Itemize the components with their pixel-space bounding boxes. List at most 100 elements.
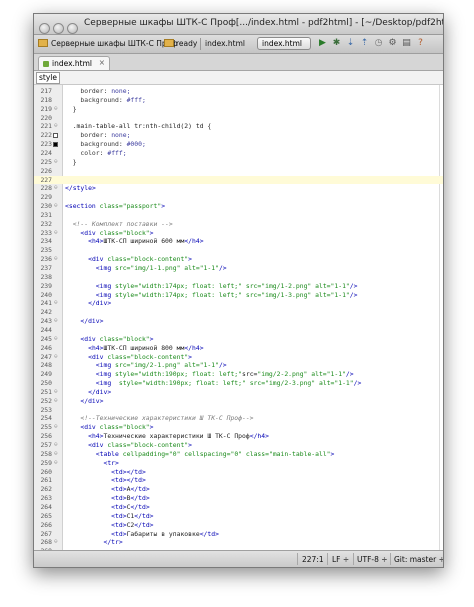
fold-marker-icon[interactable]: ⊖ (54, 335, 58, 344)
code-line[interactable]: 243 ⊖ </div> (34, 317, 443, 326)
code-line[interactable]: 235 (34, 246, 443, 255)
fold-marker-icon[interactable]: ⊖ (54, 459, 58, 468)
caret-position[interactable]: 227:1 (302, 555, 324, 564)
fold-marker-icon[interactable]: ⊖ (54, 441, 58, 450)
code-line[interactable]: 218 background: #fff; (34, 96, 443, 105)
code-line[interactable]: 251 ⊖ </div> (34, 388, 443, 397)
code-line[interactable]: 255 ⊖ <div class="block"> (34, 423, 443, 432)
color-swatch-icon[interactable] (53, 133, 58, 139)
settings-icon[interactable]: ⚙ (387, 38, 398, 49)
code-line[interactable]: 245 ⊖ <div class="block"> (34, 335, 443, 344)
nav-crumb-file[interactable]: index.html (205, 39, 245, 48)
fold-marker-icon[interactable]: ⊖ (54, 299, 58, 308)
vcs-history-icon[interactable]: ◷ (373, 38, 384, 49)
code-line[interactable]: 219 ⊖ } (34, 105, 443, 114)
code-line[interactable]: 266 <td>C2</td> (34, 521, 443, 530)
code-line[interactable]: 231 (34, 211, 443, 220)
code-line[interactable]: 267 <td>Габариты в упаковке</td> (34, 530, 443, 539)
fold-marker-icon[interactable]: ⊖ (54, 229, 58, 238)
fold-marker-icon[interactable]: ⊖ (54, 158, 58, 167)
tab-index-html[interactable]: index.html × (38, 56, 110, 70)
code-line[interactable]: 249 <img style="width:190px; float: left… (34, 370, 443, 379)
code-line[interactable]: 248 <img src="img/2-1.png" alt="1-1"/> (34, 361, 443, 370)
code-line[interactable]: 256 <h4>Технические характеристики Ш ТК-… (34, 432, 443, 441)
code-line[interactable]: 253 (34, 406, 443, 415)
play-icon[interactable]: ▶ (317, 38, 328, 49)
minimize-window-button[interactable] (53, 23, 64, 34)
code-line[interactable]: 220 (34, 114, 443, 123)
fold-marker-icon[interactable]: ⊖ (54, 450, 58, 459)
zoom-window-button[interactable] (67, 23, 78, 34)
color-swatch-icon[interactable] (53, 142, 58, 148)
code-line[interactable]: 239 <img style="width:174px; float: left… (34, 282, 443, 291)
run-config-select[interactable]: index.html (257, 37, 311, 50)
code-line[interactable]: 254 <!--Технические характеристики Ш ТК-… (34, 414, 443, 423)
code-line[interactable]: 228 ⊖ </style> (34, 184, 443, 193)
code-line[interactable]: 259 ⊖ <tr> (34, 459, 443, 468)
code-line[interactable]: 229 (34, 193, 443, 202)
code-line[interactable]: 234 <h4>ШТК-СП шириной 600 мм</h4> (34, 237, 443, 246)
breadcrumb-item-style[interactable]: style (36, 72, 60, 84)
code-line[interactable]: 222 border: none; (34, 131, 443, 140)
code-line[interactable]: 226 (34, 167, 443, 176)
close-window-button[interactable] (39, 23, 50, 34)
code-line[interactable]: 268 ⊖ </tr> (34, 538, 443, 547)
line-number: 221 (40, 122, 52, 131)
fold-marker-icon[interactable]: ⊖ (54, 423, 58, 432)
fold-marker-icon[interactable]: ⊖ (54, 397, 58, 406)
code-line[interactable]: 233 ⊖ <div class="block"> (34, 229, 443, 238)
bug-icon[interactable]: ✱ (331, 38, 342, 49)
code-line[interactable]: 237 <img src="img/1-1.png" alt="1-1"/> (34, 264, 443, 273)
code-line[interactable]: 264 <td>C</td> (34, 503, 443, 512)
code-line[interactable]: 217 border: none; (34, 87, 443, 96)
code-line[interactable]: 230 ⊖ <section class="passport"> (34, 202, 443, 211)
fold-marker-icon[interactable]: ⊖ (54, 122, 58, 131)
code-line[interactable]: 247 ⊖ <div class="block-content"> (34, 353, 443, 362)
fold-marker-icon[interactable]: ⊖ (54, 317, 58, 326)
vcs-update-icon[interactable]: ⇣ (345, 38, 356, 49)
code-line[interactable]: 241 ⊖ </div> (34, 299, 443, 308)
code-editor[interactable]: 217 border: none; 218 background: #fff; 21… (34, 85, 443, 550)
close-tab-icon[interactable]: × (99, 58, 105, 67)
code-line[interactable]: 261 <td></td> (34, 476, 443, 485)
help-icon[interactable]: ? (415, 38, 426, 49)
line-number: 266 (40, 520, 52, 529)
code-line[interactable]: 252 ⊖ </div> (34, 397, 443, 406)
code-line[interactable]: 265 <td>C1</td> (34, 512, 443, 521)
line-separator[interactable]: LF ÷ (332, 555, 349, 564)
code-line[interactable]: 244 (34, 326, 443, 335)
code-line[interactable]: 246 <h4>ШТК-СП шириной 800 мм</h4> (34, 344, 443, 353)
code-line[interactable]: 232 <!-- Комплект поставки --> (34, 220, 443, 229)
code-line[interactable]: 224 color: #fff; (34, 149, 443, 158)
fold-marker-icon[interactable]: ⊖ (54, 202, 58, 211)
code-line[interactable]: 260 <td></td> (34, 468, 443, 477)
line-number: 238 (40, 272, 52, 281)
code-line[interactable]: 262 <td>A</td> (34, 485, 443, 494)
code-line[interactable]: 263 <td>B</td> (34, 494, 443, 503)
vcs-branch[interactable]: Git: master ÷ (394, 555, 443, 564)
file-encoding[interactable]: UTF-8 ÷ (357, 555, 388, 564)
code-line[interactable]: 225 ⊖ } (34, 158, 443, 167)
code-line[interactable]: 240 <img style="width:174px; float: left… (34, 291, 443, 300)
fold-marker-icon[interactable]: ⊖ (54, 388, 58, 397)
fold-marker-icon[interactable]: ⊖ (54, 184, 58, 193)
fold-marker-icon[interactable]: ⊖ (54, 353, 58, 362)
vcs-commit-icon[interactable]: ⇡ (359, 38, 370, 49)
code-line[interactable]: 223 background: #000; (34, 140, 443, 149)
code-line[interactable]: 242 (34, 308, 443, 317)
line-number: 248 (40, 361, 52, 370)
fold-marker-icon[interactable]: ⊖ (54, 538, 58, 547)
editor-tabs: index.html × (34, 54, 443, 71)
fold-marker-icon[interactable]: ⊖ (54, 105, 58, 114)
fold-marker-icon[interactable]: ⊖ (54, 255, 58, 264)
code-line[interactable]: 221 ⊖ .main-table-all tr:nth-child(2) td … (34, 122, 443, 131)
code-line[interactable]: 250 <img style="width:190px; float: left… (34, 379, 443, 388)
code-line[interactable]: 258 ⊖ <table cellpadding="0" cellspacing=… (34, 450, 443, 459)
structure-icon[interactable]: ▤ (401, 38, 412, 49)
nav-crumb-ready[interactable]: ready (176, 39, 197, 48)
nav-crumb-project[interactable]: Серверные шкафы ШТК-С Проф (51, 39, 178, 48)
current-line[interactable]: 227 (34, 175, 443, 185)
code-line[interactable]: 257 ⊖ <div class="block-content"> (34, 441, 443, 450)
code-line[interactable]: 238 (34, 273, 443, 282)
code-line[interactable]: 236 ⊖ <div class="block-content"> (34, 255, 443, 264)
